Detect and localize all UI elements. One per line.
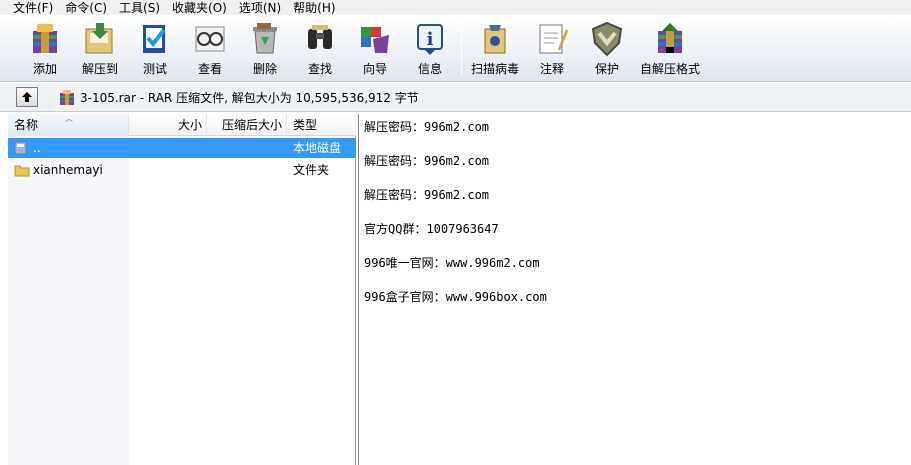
view-glasses-icon xyxy=(190,19,230,59)
comment-line: 解压密码：996m2.com xyxy=(364,188,490,202)
menu-help[interactable]: 帮助(H) xyxy=(288,1,340,15)
view-button[interactable]: 查看 xyxy=(180,19,240,77)
table-row[interactable]: xianhemayi 文件夹 xyxy=(8,160,356,180)
sfx-button[interactable]: 自解压格式 xyxy=(638,19,702,77)
file-list-header: 名称 ︿ 大小 压缩后大小 类型 xyxy=(8,114,356,136)
menu-options[interactable]: 选项(N) xyxy=(234,1,286,15)
comment-line: 996唯一官网：www.996m2.com xyxy=(364,256,540,270)
file-name-cell: xianhemayi xyxy=(14,160,103,180)
comment-button[interactable]: 注释 xyxy=(522,19,582,77)
column-header-size[interactable]: 大小 xyxy=(129,114,207,136)
comment-line: 解压密码：996m2.com xyxy=(364,154,490,168)
protect-shield-icon xyxy=(587,19,627,59)
menu-file[interactable]: 文件(F) xyxy=(8,1,58,15)
file-type-cell: 本地磁盘 xyxy=(293,141,342,155)
file-list: 名称 ︿ 大小 压缩后大小 类型 .. 本地磁盘 xianhemayi 文件夹 xyxy=(8,114,356,465)
comment-line: 官方QQ群：1007963647 xyxy=(364,222,499,236)
file-type-cell: 文件夹 xyxy=(293,163,330,177)
find-button[interactable]: 查找 xyxy=(290,19,350,77)
sorted-column-highlight xyxy=(8,136,129,465)
svg-text:i: i xyxy=(427,29,434,50)
delete-recycle-icon xyxy=(245,19,285,59)
toolbar-separator xyxy=(461,23,462,75)
info-icon: i xyxy=(410,19,450,59)
table-row[interactable]: .. 本地磁盘 xyxy=(8,138,356,158)
extract-folder-icon xyxy=(80,19,120,59)
info-button[interactable]: i 信息 xyxy=(400,19,460,77)
up-arrow-icon xyxy=(22,92,32,102)
menu-favorites[interactable]: 收藏夹(O) xyxy=(167,1,232,15)
address-bar: 3-105.rar - RAR 压缩文件, 解包大小为 10,595,536,9… xyxy=(0,83,911,112)
virus-scan-icon xyxy=(475,19,515,59)
comment-line: 解压密码：996m2.com xyxy=(364,120,490,134)
extract-to-button[interactable]: 解压到 xyxy=(70,19,130,77)
menu-commands[interactable]: 命令(C) xyxy=(60,1,112,15)
menu-tools[interactable]: 工具(S) xyxy=(114,1,165,15)
archive-path-text: 3-105.rar - RAR 压缩文件, 解包大小为 10,595,536,9… xyxy=(80,91,419,105)
virus-scan-button[interactable]: 扫描病毒 xyxy=(465,19,525,77)
sfx-archive-icon xyxy=(650,19,690,59)
add-button[interactable]: 添加 xyxy=(15,19,75,77)
toolbar: 添加 解压到 测试 查看 删除 查找 向导 i 信息 扫描病毒 注释 保护 自解… xyxy=(0,15,911,82)
up-folder-button[interactable] xyxy=(16,87,38,107)
wizard-icon xyxy=(355,19,395,59)
menu-bar: 文件(F) 命令(C) 工具(S) 收藏夹(O) 选项(N) 帮助(H) xyxy=(0,0,911,15)
protect-button[interactable]: 保护 xyxy=(577,19,637,77)
delete-button[interactable]: 删除 xyxy=(235,19,295,77)
test-check-icon xyxy=(135,19,175,59)
rar-archive-icon xyxy=(60,89,74,105)
find-binoculars-icon xyxy=(300,19,340,59)
folder-icon xyxy=(14,165,30,177)
archive-add-icon xyxy=(25,19,65,59)
wizard-button[interactable]: 向导 xyxy=(345,19,405,77)
drive-icon xyxy=(14,141,27,155)
comment-line: 996盒子官网：www.996box.com xyxy=(364,290,547,304)
column-header-type[interactable]: 类型 xyxy=(287,114,356,136)
file-name-cell: .. xyxy=(14,138,41,158)
sort-ascending-icon: ︿ xyxy=(65,114,73,123)
comment-note-icon xyxy=(532,19,572,59)
test-button[interactable]: 测试 xyxy=(125,19,185,77)
column-header-name[interactable]: 名称 ︿ xyxy=(8,114,129,136)
archive-path-field[interactable]: 3-105.rar - RAR 压缩文件, 解包大小为 10,595,536,9… xyxy=(58,87,908,108)
column-header-packed[interactable]: 压缩后大小 xyxy=(207,114,287,136)
archive-comment-panel: 解压密码：996m2.com 解压密码：996m2.com 解压密码：996m2… xyxy=(358,114,911,465)
